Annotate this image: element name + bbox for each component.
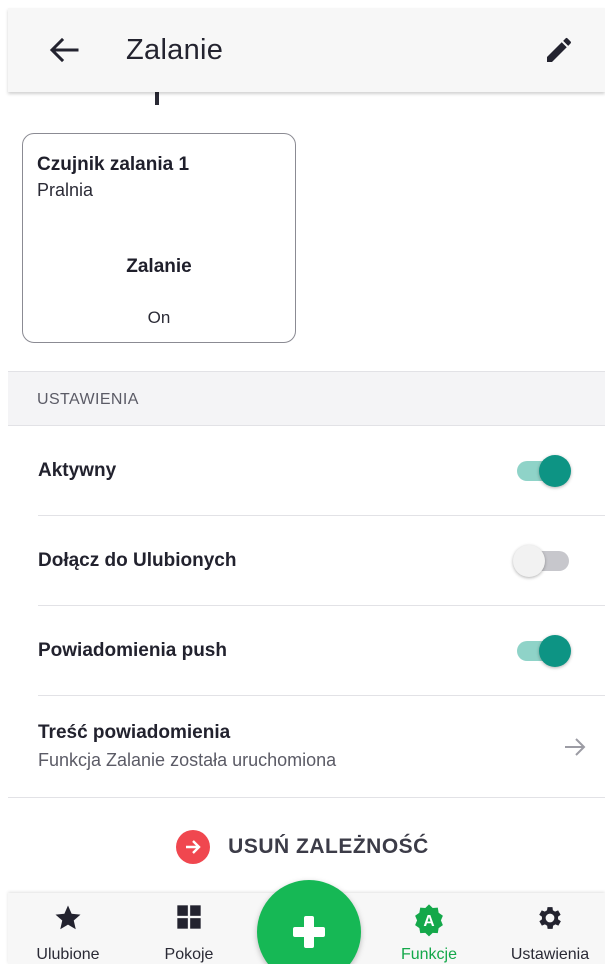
- scrolled-content-fragment: [155, 92, 159, 105]
- remove-dependency-button[interactable]: USUŃ ZALEŻNOŚĆ: [0, 822, 605, 872]
- arrow-left-icon: [49, 37, 79, 63]
- setting-label-notification: Treść powiadomienia: [38, 722, 231, 743]
- device-state: On: [147, 308, 171, 327]
- toggle-knob: [513, 544, 545, 577]
- nav-label-settings: Ustawienia: [510, 946, 590, 963]
- active-toggle[interactable]: [513, 453, 577, 489]
- device-card[interactable]: Czujnik zalania 1 Pralnia Zalanie On: [22, 133, 296, 343]
- setting-label-favorites: Dołącz do Ulubionych: [38, 549, 237, 571]
- back-button[interactable]: [32, 18, 96, 82]
- page-title: Zalanie: [126, 33, 224, 66]
- toggle-knob: [539, 634, 571, 667]
- device-function: Zalanie: [126, 256, 192, 277]
- nav-label-functions: Funkcje: [400, 946, 458, 963]
- nav-item-rooms[interactable]: Pokoje: [129, 893, 249, 964]
- setting-row-favorites[interactable]: Dołącz do Ulubionych: [38, 516, 605, 606]
- setting-row-active[interactable]: Aktywny: [38, 427, 605, 516]
- push-toggle[interactable]: [513, 633, 577, 669]
- setting-row-push[interactable]: Powiadomienia push: [38, 606, 605, 696]
- app-bar: Zalanie: [8, 8, 605, 92]
- function-badge-icon: A: [415, 904, 443, 937]
- edit-button[interactable]: [527, 18, 591, 82]
- nav-label-rooms: Pokoje: [164, 946, 214, 963]
- svg-text:A: A: [423, 913, 434, 930]
- setting-row-notification-content[interactable]: Treść powiadomienia Funkcja Zalanie zost…: [38, 696, 605, 797]
- nav-item-favorites[interactable]: Ulubione: [8, 893, 128, 964]
- nav-item-settings[interactable]: Ustawienia: [490, 893, 605, 964]
- setting-label-active: Aktywny: [38, 460, 117, 481]
- gear-icon: [539, 907, 561, 929]
- setting-label-push: Powiadomienia push: [38, 639, 227, 661]
- favorites-toggle[interactable]: [513, 543, 577, 579]
- nav-item-functions[interactable]: A Funkcje: [369, 893, 489, 964]
- settings-section-header: USTAWIENIA: [8, 371, 605, 426]
- remove-arrow-icon: [176, 830, 211, 864]
- grid-icon: [177, 905, 201, 929]
- remove-dependency-label: USUŃ ZALEŻNOŚĆ: [228, 835, 429, 858]
- plus-icon: [293, 916, 325, 948]
- nav-label-favorites: Ulubione: [36, 946, 100, 963]
- divider: [8, 797, 605, 798]
- device-name: Czujnik zalania 1: [37, 154, 190, 175]
- section-title: USTAWIENIA: [37, 391, 139, 408]
- pencil-icon: [547, 37, 572, 62]
- star-icon: [55, 905, 81, 930]
- device-room: Pralnia: [37, 180, 94, 200]
- notification-content-value: Funkcja Zalanie została uruchomiona: [38, 750, 337, 770]
- arrow-right-icon: [565, 737, 586, 756]
- toggle-knob: [539, 455, 571, 487]
